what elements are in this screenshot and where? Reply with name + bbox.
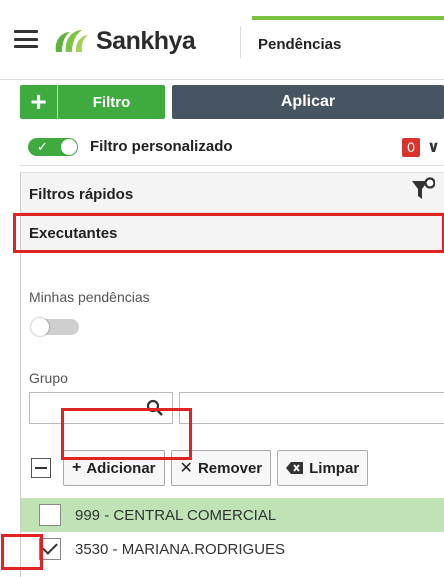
my-pending-toggle[interactable]	[31, 318, 79, 336]
filter-count-badge: 0	[402, 138, 420, 157]
row-checkbox[interactable]	[39, 538, 61, 560]
list-item[interactable]: 3530 - MARIANA.RODRIGUES	[21, 532, 444, 566]
quick-filters-header: Filtros rápidos	[21, 172, 444, 212]
filter-button-label: Filtro	[92, 93, 131, 111]
row-checkbox[interactable]	[39, 504, 61, 526]
plus-icon: +	[72, 459, 82, 476]
remove-button[interactable]: ✕ Remover	[170, 450, 272, 486]
custom-filter-toggle[interactable]: ✓	[28, 137, 78, 156]
list-item[interactable]: 999 - CENTRAL COMERCIAL	[21, 498, 444, 532]
apply-button[interactable]: Aplicar	[172, 85, 444, 119]
executantes-title: Executantes	[29, 225, 118, 242]
quick-filters-title: Filtros rápidos	[29, 186, 134, 203]
app-name: Sankhya	[96, 26, 196, 55]
toggle-knob	[31, 318, 49, 336]
close-icon: ✕	[179, 460, 193, 477]
filter-panel: Filtros rápidos Executantes Minhas pendê…	[13, 172, 444, 577]
list-item-label: 999 - CENTRAL COMERCIAL	[75, 506, 277, 524]
remove-button-label: Remover	[197, 459, 263, 477]
check-icon: ✓	[37, 138, 48, 154]
toggle-knob	[61, 138, 77, 155]
my-pending-label: Minhas pendências	[29, 289, 150, 305]
executantes-toolbar: + Adicionar ✕ Remover Limpar	[27, 448, 444, 488]
add-filter-button[interactable]: + Filtro	[20, 85, 165, 119]
list-item-label: 3530 - MARIANA.RODRIGUES	[75, 540, 286, 558]
custom-filter-row: ✓ Filtro personalizado 0 ∨	[20, 128, 444, 166]
plus-icon: +	[20, 85, 58, 119]
app-logo[interactable]: Sankhya	[50, 24, 196, 58]
clear-button[interactable]: Limpar	[277, 450, 369, 486]
funnel-settings-icon[interactable]	[411, 177, 435, 203]
add-button[interactable]: + Adicionar	[63, 450, 165, 486]
sankhya-logo-icon	[55, 30, 88, 52]
tab-pendencias[interactable]: Pendências	[252, 16, 444, 76]
group-code-input[interactable]	[29, 392, 173, 424]
app-window: Sankhya Pendências + Filtro Aplicar ✓ Fi…	[0, 0, 444, 577]
top-header: Sankhya Pendências	[0, 0, 444, 80]
group-description-input[interactable]	[179, 392, 444, 424]
group-label: Grupo	[29, 370, 68, 386]
backspace-icon	[286, 462, 304, 474]
clear-button-label: Limpar	[309, 459, 360, 477]
chevron-down-icon[interactable]: ∨	[427, 137, 440, 157]
executantes-section-header[interactable]: Executantes	[21, 212, 444, 252]
menu-icon[interactable]	[14, 30, 38, 48]
search-icon[interactable]	[146, 399, 164, 417]
add-button-label: Adicionar	[86, 459, 156, 477]
header-divider	[240, 26, 241, 58]
select-all-checkbox[interactable]	[31, 458, 51, 478]
custom-filter-label: Filtro personalizado	[90, 138, 233, 155]
